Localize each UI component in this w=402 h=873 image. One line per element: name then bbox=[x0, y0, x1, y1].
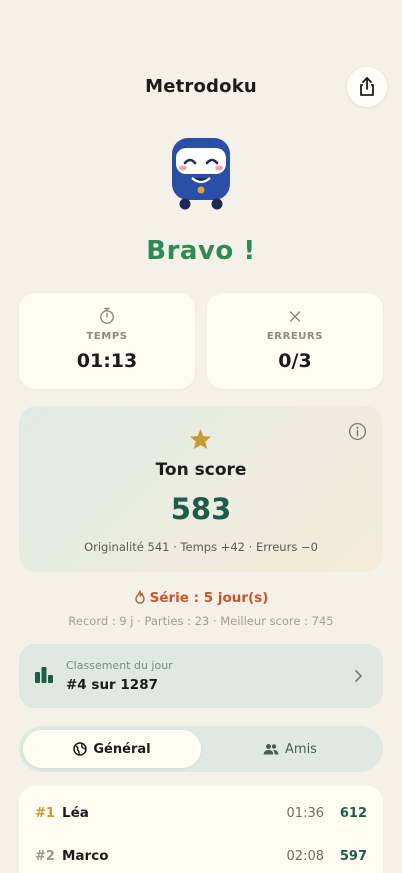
score-card: Ton score 583 Originalité 541 · Temps +4… bbox=[19, 406, 383, 572]
row-score: 597 bbox=[339, 849, 367, 864]
score-title: Ton score bbox=[155, 460, 247, 480]
tab-general[interactable]: Général bbox=[23, 730, 201, 768]
chevron-right-icon bbox=[355, 670, 362, 682]
row-time: 01:36 bbox=[286, 806, 324, 821]
tab-friends-label: Amis bbox=[285, 741, 317, 757]
streak-line: Série : 5 jour(s) bbox=[0, 590, 402, 606]
score-breakdown: Originalité 541 · Temps +42 · Erreurs −0 bbox=[84, 540, 318, 554]
records-line: Record : 9 j · Parties : 23 · Meilleur s… bbox=[68, 614, 334, 628]
tab-friends[interactable]: Amis bbox=[201, 730, 379, 768]
row-score: 612 bbox=[339, 806, 367, 821]
tab-general-label: Général bbox=[93, 741, 151, 757]
close-icon bbox=[289, 311, 301, 322]
row-player-name: Marco bbox=[62, 848, 109, 864]
row-player-name: Léa bbox=[62, 805, 89, 821]
row-rank: #1 bbox=[35, 806, 55, 821]
score-info-button[interactable] bbox=[348, 422, 367, 445]
errors-label: ERREURS bbox=[266, 331, 324, 342]
info-icon bbox=[348, 422, 367, 441]
leaderboard-row[interactable]: #2 Marco 02:08 597 bbox=[19, 842, 383, 872]
row-rank: #2 bbox=[35, 849, 55, 864]
errors-stat-card: ERREURS 0/3 bbox=[207, 293, 383, 389]
leaderboard-icon bbox=[35, 667, 53, 683]
header: Metrodoku bbox=[0, 62, 402, 114]
score-value: 583 bbox=[170, 492, 232, 526]
time-label: TEMPS bbox=[86, 331, 128, 342]
streak-label: Série : 5 jour(s) bbox=[149, 590, 269, 606]
leaderboard-row[interactable]: #1 Léa 01:36 612 bbox=[19, 799, 383, 829]
ranking-position: #4 sur 1287 bbox=[66, 677, 158, 693]
leaderboard-list: #1 Léa 01:36 612 #2 Marco 02:08 597 bbox=[19, 786, 383, 873]
daily-ranking-card[interactable]: Classement du jour #4 sur 1287 bbox=[19, 644, 383, 708]
fire-icon bbox=[134, 590, 145, 604]
errors-value: 0/3 bbox=[278, 350, 312, 372]
globe-icon bbox=[73, 742, 88, 756]
metro-mascot-icon bbox=[172, 138, 230, 210]
stopwatch-icon bbox=[100, 307, 114, 324]
row-time: 02:08 bbox=[286, 849, 324, 864]
app-title: Metrodoku bbox=[145, 76, 257, 97]
share-button[interactable] bbox=[347, 67, 387, 107]
people-icon bbox=[263, 744, 279, 755]
time-stat-card: TEMPS 01:13 bbox=[19, 293, 195, 389]
time-value: 01:13 bbox=[76, 350, 138, 372]
leaderboard-tabs: Général Amis bbox=[19, 726, 383, 772]
share-icon bbox=[360, 77, 374, 96]
star-icon bbox=[189, 428, 212, 450]
result-headline: Bravo ! bbox=[146, 236, 256, 266]
ranking-subtitle: Classement du jour bbox=[66, 659, 173, 672]
